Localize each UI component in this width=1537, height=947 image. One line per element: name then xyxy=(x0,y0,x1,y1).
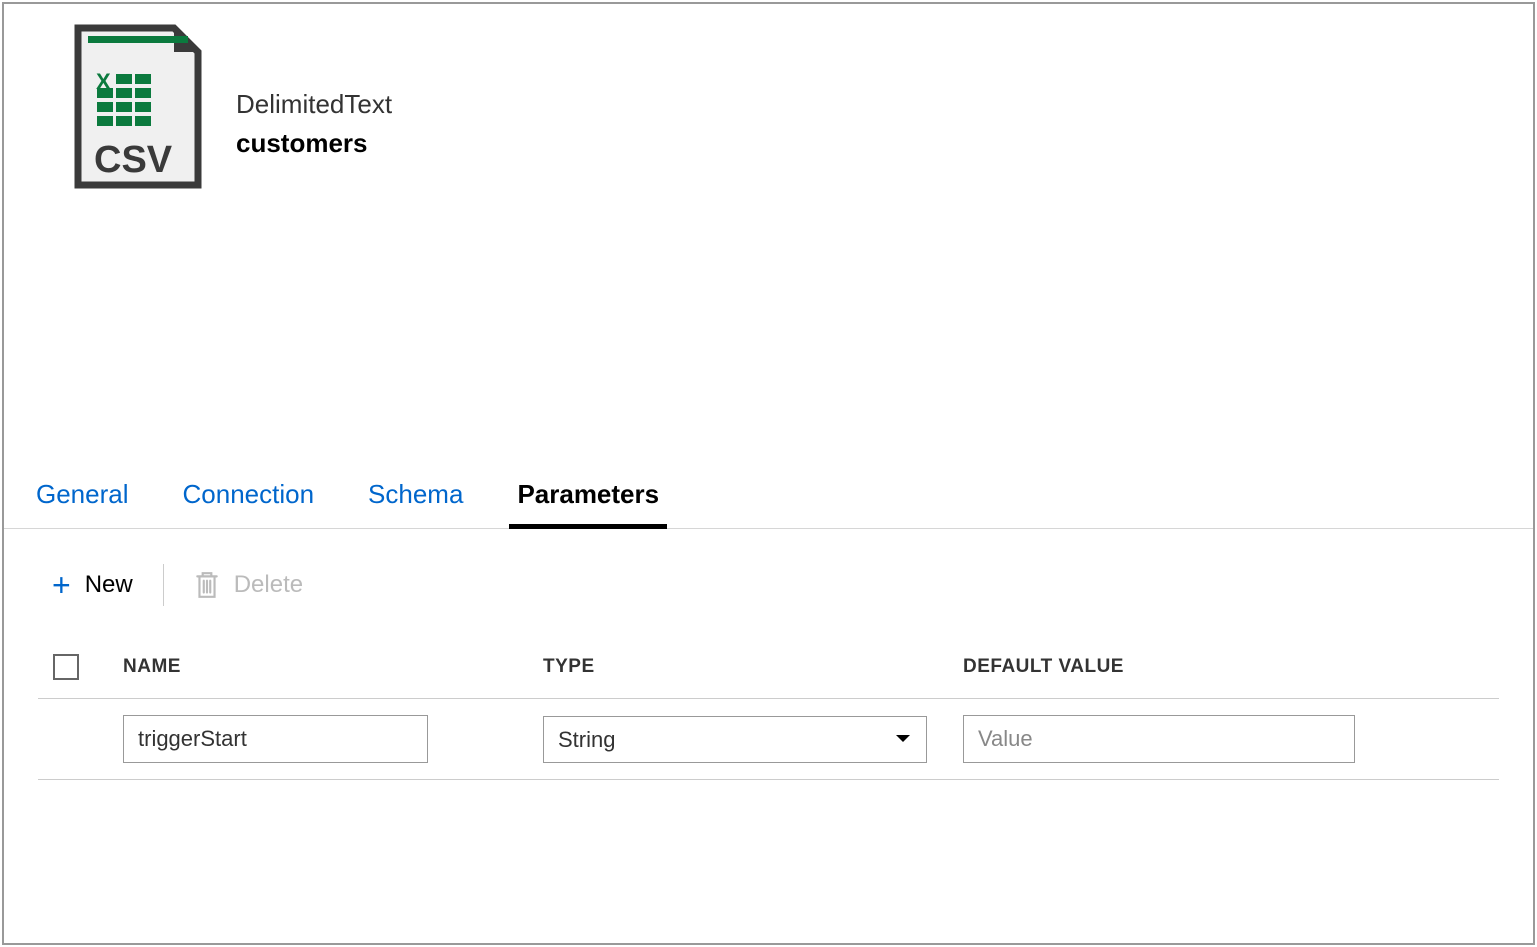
tab-general[interactable]: General xyxy=(34,469,131,528)
new-button-label: New xyxy=(85,571,133,599)
tab-bar: General Connection Schema Parameters xyxy=(4,469,1533,529)
dataset-name-label: customers xyxy=(236,128,392,159)
new-button[interactable]: + New xyxy=(52,567,133,604)
parameter-name-input[interactable] xyxy=(123,715,428,763)
delete-button-label: Delete xyxy=(234,571,303,599)
checkbox-column-header xyxy=(38,654,123,680)
table-row: String xyxy=(38,699,1499,780)
table-header-row: NAME TYPE DEFAULT VALUE xyxy=(38,636,1499,699)
name-cell xyxy=(123,715,543,763)
parameter-type-select[interactable]: String xyxy=(543,716,927,763)
trash-icon xyxy=(194,571,220,599)
dataset-title-block: DelimitedText customers xyxy=(236,54,392,159)
type-cell: String xyxy=(543,716,963,763)
dataset-header: X CSV DelimitedText customers xyxy=(4,4,1533,189)
svg-text:CSV: CSV xyxy=(94,139,173,181)
tab-connection[interactable]: Connection xyxy=(181,469,317,528)
parameters-table: NAME TYPE DEFAULT VALUE String xyxy=(38,636,1499,780)
plus-icon: + xyxy=(52,567,71,604)
parameter-default-input[interactable] xyxy=(963,715,1355,763)
csv-file-icon: X CSV xyxy=(74,24,202,189)
toolbar-divider xyxy=(163,564,164,606)
type-column-header: TYPE xyxy=(543,656,963,678)
toolbar: + New Delete xyxy=(4,529,1533,636)
name-column-header: NAME xyxy=(123,656,543,678)
default-value-cell xyxy=(963,715,1499,763)
dataset-type-label: DelimitedText xyxy=(236,89,392,120)
select-all-checkbox[interactable] xyxy=(53,654,79,680)
delete-button: Delete xyxy=(194,571,303,599)
tab-parameters[interactable]: Parameters xyxy=(515,469,661,528)
tab-schema[interactable]: Schema xyxy=(366,469,465,528)
dataset-panel: X CSV DelimitedText customers General Co… xyxy=(2,2,1535,945)
default-value-column-header: DEFAULT VALUE xyxy=(963,656,1499,678)
